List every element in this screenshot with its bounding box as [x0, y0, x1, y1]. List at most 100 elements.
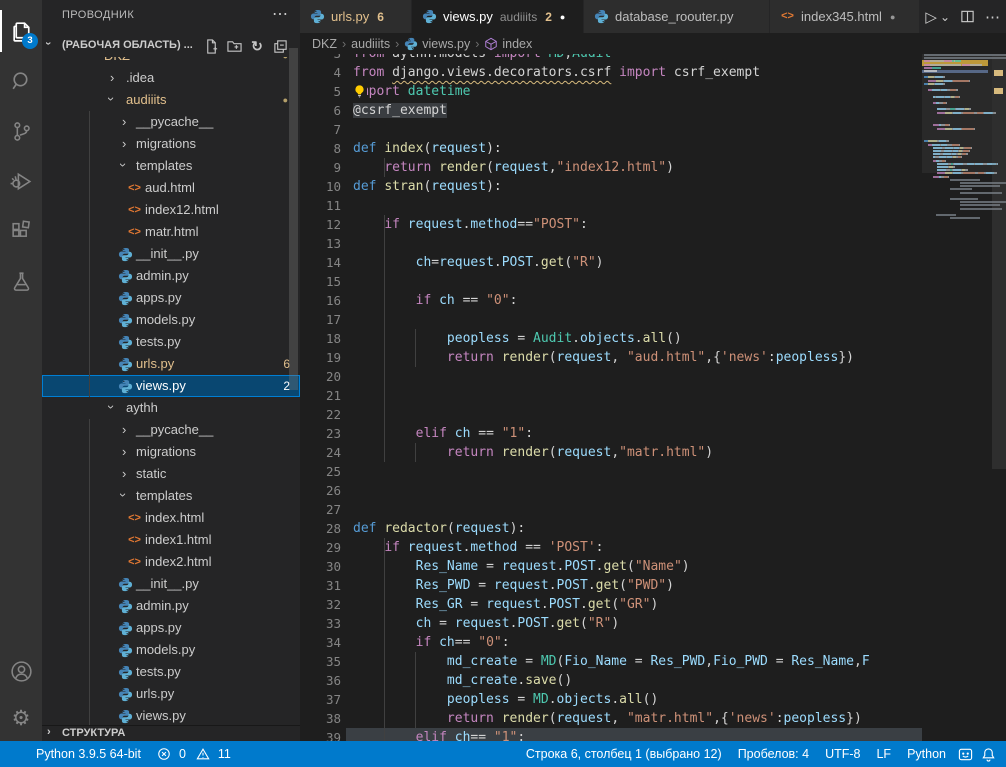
- line-number[interactable]: 23: [300, 424, 341, 443]
- line-number[interactable]: 7: [300, 120, 341, 139]
- breadcrumb-item-views.py[interactable]: views.py: [404, 37, 470, 51]
- code-line-11[interactable]: 11: [300, 196, 922, 215]
- code-line-16[interactable]: 16 if ch == "0":: [300, 291, 922, 310]
- search-icon[interactable]: [0, 60, 42, 102]
- outline-section-header[interactable]: › СТРУКТУРА: [42, 725, 300, 741]
- cursor-position-status[interactable]: Строка 6, столбец 1 (выбрано 12): [518, 741, 730, 767]
- eol-status[interactable]: LF: [868, 741, 899, 767]
- code-line-8[interactable]: 8def index(request):: [300, 139, 922, 158]
- tree-item-static[interactable]: ›static: [42, 463, 300, 485]
- line-number[interactable]: 26: [300, 481, 341, 500]
- code-line-7[interactable]: 7: [300, 120, 922, 139]
- extensions-icon[interactable]: [0, 210, 42, 252]
- indentation-status[interactable]: Пробелов: 4: [730, 741, 817, 767]
- tree-item-__init__.py[interactable]: __init__.py: [42, 573, 300, 595]
- account-icon[interactable]: [0, 650, 42, 692]
- encoding-status[interactable]: UTF-8: [817, 741, 868, 767]
- run-python-file-button[interactable]: ▷: [925, 8, 937, 26]
- line-number[interactable]: 3: [300, 54, 341, 63]
- tab-views.py[interactable]: views.pyaudiiits2●: [412, 0, 584, 33]
- line-number[interactable]: 8: [300, 139, 341, 158]
- code-line-21[interactable]: 21: [300, 386, 922, 405]
- tree-item-audiiits[interactable]: ›audiiits●: [42, 89, 300, 111]
- code-line-17[interactable]: 17: [300, 310, 922, 329]
- line-number[interactable]: 39: [300, 728, 341, 741]
- code-line-25[interactable]: 25: [300, 462, 922, 481]
- tree-item-admin.py[interactable]: admin.py: [42, 265, 300, 287]
- code-line-38[interactable]: 38 return render(request, "matr.html",{'…: [300, 709, 922, 728]
- code-line-39[interactable]: 39 elif ch== "1":: [300, 728, 922, 741]
- tree-item-views.py[interactable]: views.py2: [42, 375, 300, 397]
- split-editor-icon[interactable]: [960, 9, 975, 24]
- tree-item-models.py[interactable]: models.py: [42, 639, 300, 661]
- run-debug-icon[interactable]: [0, 160, 42, 202]
- code-line-3[interactable]: 3from aythh.models import MD,Audit: [300, 54, 922, 63]
- tree-item-templates[interactable]: ›templates: [42, 485, 300, 507]
- line-number[interactable]: 27: [300, 500, 341, 519]
- problems-status[interactable]: 0 11: [149, 741, 239, 767]
- tab-database_roouter.py[interactable]: database_roouter.py: [584, 0, 770, 33]
- tree-item-templates[interactable]: ›templates: [42, 155, 300, 177]
- code-line-32[interactable]: 32 Res_GR = request.POST.get("GR"): [300, 595, 922, 614]
- line-number[interactable]: 6: [300, 101, 341, 120]
- tree-item-models.py[interactable]: models.py: [42, 309, 300, 331]
- code-line-37[interactable]: 37 peopless = MD.objects.all(): [300, 690, 922, 709]
- line-number[interactable]: 18: [300, 329, 341, 348]
- code-line-4[interactable]: 4from django.views.decorators.csrf impor…: [300, 63, 922, 82]
- tab-urls.py[interactable]: urls.py6: [300, 0, 412, 33]
- tree-item-aythh[interactable]: ›aythh: [42, 397, 300, 419]
- language-mode-status[interactable]: Python: [899, 741, 954, 767]
- line-number[interactable]: 5: [300, 82, 341, 101]
- dirty-indicator-dot[interactable]: ●: [890, 12, 895, 22]
- line-number[interactable]: 14: [300, 253, 341, 272]
- collapse-all-icon[interactable]: [272, 38, 288, 54]
- code-line-29[interactable]: 29 if request.method == 'POST':: [300, 538, 922, 557]
- line-number[interactable]: 32: [300, 595, 341, 614]
- line-number[interactable]: 20: [300, 367, 341, 386]
- code-line-36[interactable]: 36 md_create.save(): [300, 671, 922, 690]
- code-line-18[interactable]: 18 peopless = Audit.objects.all(): [300, 329, 922, 348]
- code-line-22[interactable]: 22: [300, 405, 922, 424]
- code-line-9[interactable]: 9 return render(request,"index12.html"): [300, 158, 922, 177]
- code-line-14[interactable]: 14 ch=request.POST.get("R"): [300, 253, 922, 272]
- refresh-icon[interactable]: ↻: [249, 38, 265, 54]
- tree-item-migrations[interactable]: ›migrations: [42, 441, 300, 463]
- line-number[interactable]: 17: [300, 310, 341, 329]
- tree-item-tests.py[interactable]: tests.py: [42, 661, 300, 683]
- code-line-23[interactable]: 23 elif ch == "1":: [300, 424, 922, 443]
- code-line-5[interactable]: 5import datetime: [300, 82, 922, 101]
- testing-icon[interactable]: [0, 260, 42, 302]
- line-number[interactable]: 12: [300, 215, 341, 234]
- tree-item-index1.html[interactable]: <>index1.html: [42, 529, 300, 551]
- line-number[interactable]: 36: [300, 671, 341, 690]
- line-number[interactable]: 13: [300, 234, 341, 253]
- code-line-24[interactable]: 24 return render(request,"matr.html"): [300, 443, 922, 462]
- python-interpreter-status[interactable]: Python 3.9.5 64-bit: [28, 741, 149, 767]
- tree-item-matr.html[interactable]: <>matr.html: [42, 221, 300, 243]
- tree-item-urls.py[interactable]: urls.py6: [42, 353, 300, 375]
- workspace-section-header[interactable]: › (РАБОЧАЯ ОБЛАСТЬ) ... ↻: [42, 35, 300, 57]
- tree-item-.idea[interactable]: ›.idea: [42, 67, 300, 89]
- minimap[interactable]: [922, 54, 992, 741]
- run-dropdown-icon[interactable]: ⌄: [940, 10, 950, 24]
- tree-item-admin.py[interactable]: admin.py: [42, 595, 300, 617]
- breadcrumb-item-index[interactable]: index: [484, 37, 532, 51]
- tree-item-apps.py[interactable]: apps.py: [42, 287, 300, 309]
- line-number[interactable]: 38: [300, 709, 341, 728]
- code-line-33[interactable]: 33 ch = request.POST.get("R"): [300, 614, 922, 633]
- line-number[interactable]: 4: [300, 63, 341, 82]
- tree-item-index.html[interactable]: <>index.html: [42, 507, 300, 529]
- code-editor[interactable]: 3from aythh.models import MD,Audit4from …: [300, 54, 1006, 741]
- tree-item-index12.html[interactable]: <>index12.html: [42, 199, 300, 221]
- line-number[interactable]: 22: [300, 405, 341, 424]
- line-number[interactable]: 11: [300, 196, 341, 215]
- tree-item-__pycache__[interactable]: ›__pycache__: [42, 419, 300, 441]
- explorer-more-actions[interactable]: ⋯: [272, 4, 288, 24]
- line-number[interactable]: 28: [300, 519, 341, 538]
- code-line-28[interactable]: 28def redactor(request):: [300, 519, 922, 538]
- line-number[interactable]: 31: [300, 576, 341, 595]
- code-line-27[interactable]: 27: [300, 500, 922, 519]
- tree-item-urls.py[interactable]: urls.py: [42, 683, 300, 705]
- more-actions-icon[interactable]: ⋯: [985, 8, 1000, 26]
- code-line-12[interactable]: 12 if request.method=="POST":: [300, 215, 922, 234]
